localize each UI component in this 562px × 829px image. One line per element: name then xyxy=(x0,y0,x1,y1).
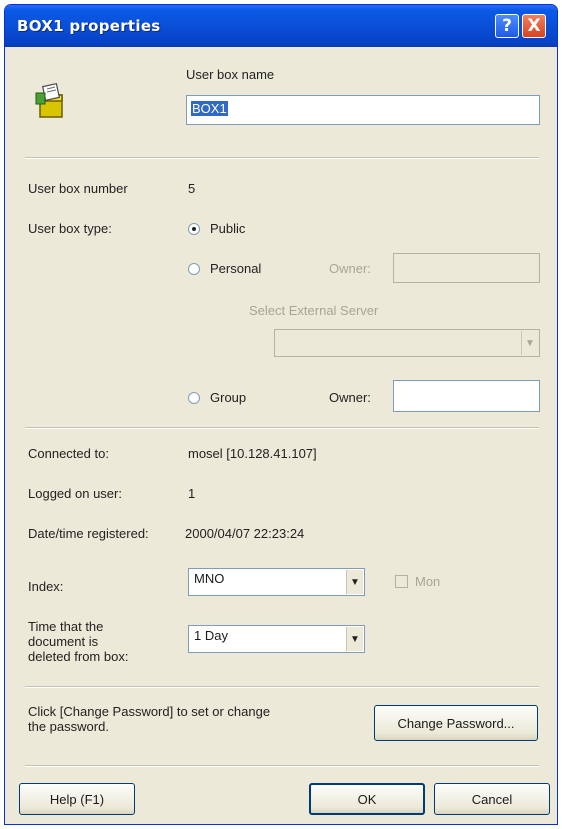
chevron-down-icon[interactable]: ▼ xyxy=(346,627,363,651)
mon-checkbox-label: Mon xyxy=(415,574,441,589)
delete-time-label: Time that the document is deleted from b… xyxy=(28,619,129,664)
personal-owner-input xyxy=(393,253,540,283)
chevron-down-icon[interactable]: ▼ xyxy=(346,570,363,594)
external-server-select: ▼ xyxy=(274,329,540,357)
user-box-number-value: 5 xyxy=(188,181,196,196)
help-icon[interactable]: ? xyxy=(495,14,519,38)
radio-personal[interactable] xyxy=(188,263,200,275)
index-value: MNO xyxy=(194,571,225,586)
user-box-name-input[interactable]: BOX1 xyxy=(186,95,540,125)
user-box-icon xyxy=(35,82,63,118)
separator-bottom xyxy=(25,765,539,767)
user-box-type-label: User box type: xyxy=(28,221,112,236)
separator-top xyxy=(25,157,539,159)
date-registered-label: Date/time registered: xyxy=(28,526,149,541)
personal-owner-label: Owner: xyxy=(329,261,371,276)
password-hint: Click [Change Password] to set or change… xyxy=(28,704,271,734)
date-registered-value: 2000/04/07 22:23:24 xyxy=(185,526,305,541)
help-button[interactable]: Help (F1) xyxy=(19,783,135,815)
delete-time-select[interactable]: 1 Day ▼ xyxy=(188,625,365,653)
close-icon[interactable]: X xyxy=(522,14,546,38)
cancel-button[interactable]: Cancel xyxy=(434,783,550,815)
connected-to-label: Connected to: xyxy=(28,446,109,461)
mon-checkbox xyxy=(395,575,408,588)
radio-public-label[interactable]: Public xyxy=(210,221,245,236)
user-box-name-value: BOX1 xyxy=(191,101,228,116)
title-bar[interactable]: BOX1 properties ? X xyxy=(5,5,557,47)
separator-password xyxy=(25,686,539,688)
user-box-name-label: User box name xyxy=(186,67,275,82)
group-owner-input[interactable] xyxy=(393,380,540,412)
ok-button[interactable]: OK xyxy=(309,783,425,815)
logged-on-user-value: 1 xyxy=(188,486,196,501)
connected-to-value: mosel [10.128.41.107] xyxy=(188,446,317,461)
separator-middle xyxy=(25,427,539,429)
radio-personal-label[interactable]: Personal xyxy=(210,261,261,276)
select-external-server-label: Select External Server xyxy=(249,303,379,318)
logged-on-user-label: Logged on user: xyxy=(28,486,122,501)
group-owner-label: Owner: xyxy=(329,390,371,405)
change-password-button[interactable]: Change Password... xyxy=(374,705,538,741)
radio-group-label[interactable]: Group xyxy=(210,390,246,405)
index-label: Index: xyxy=(28,579,64,594)
properties-dialog: BOX1 properties ? X User box name BOX1 U… xyxy=(4,4,558,825)
radio-group[interactable] xyxy=(188,392,200,404)
delete-time-value: 1 Day xyxy=(194,628,228,643)
chevron-down-icon: ▼ xyxy=(521,331,538,355)
radio-public[interactable] xyxy=(188,223,200,235)
window-title: BOX1 properties xyxy=(17,17,161,35)
index-select[interactable]: MNO ▼ xyxy=(188,568,365,596)
user-box-number-label: User box number xyxy=(28,181,128,196)
